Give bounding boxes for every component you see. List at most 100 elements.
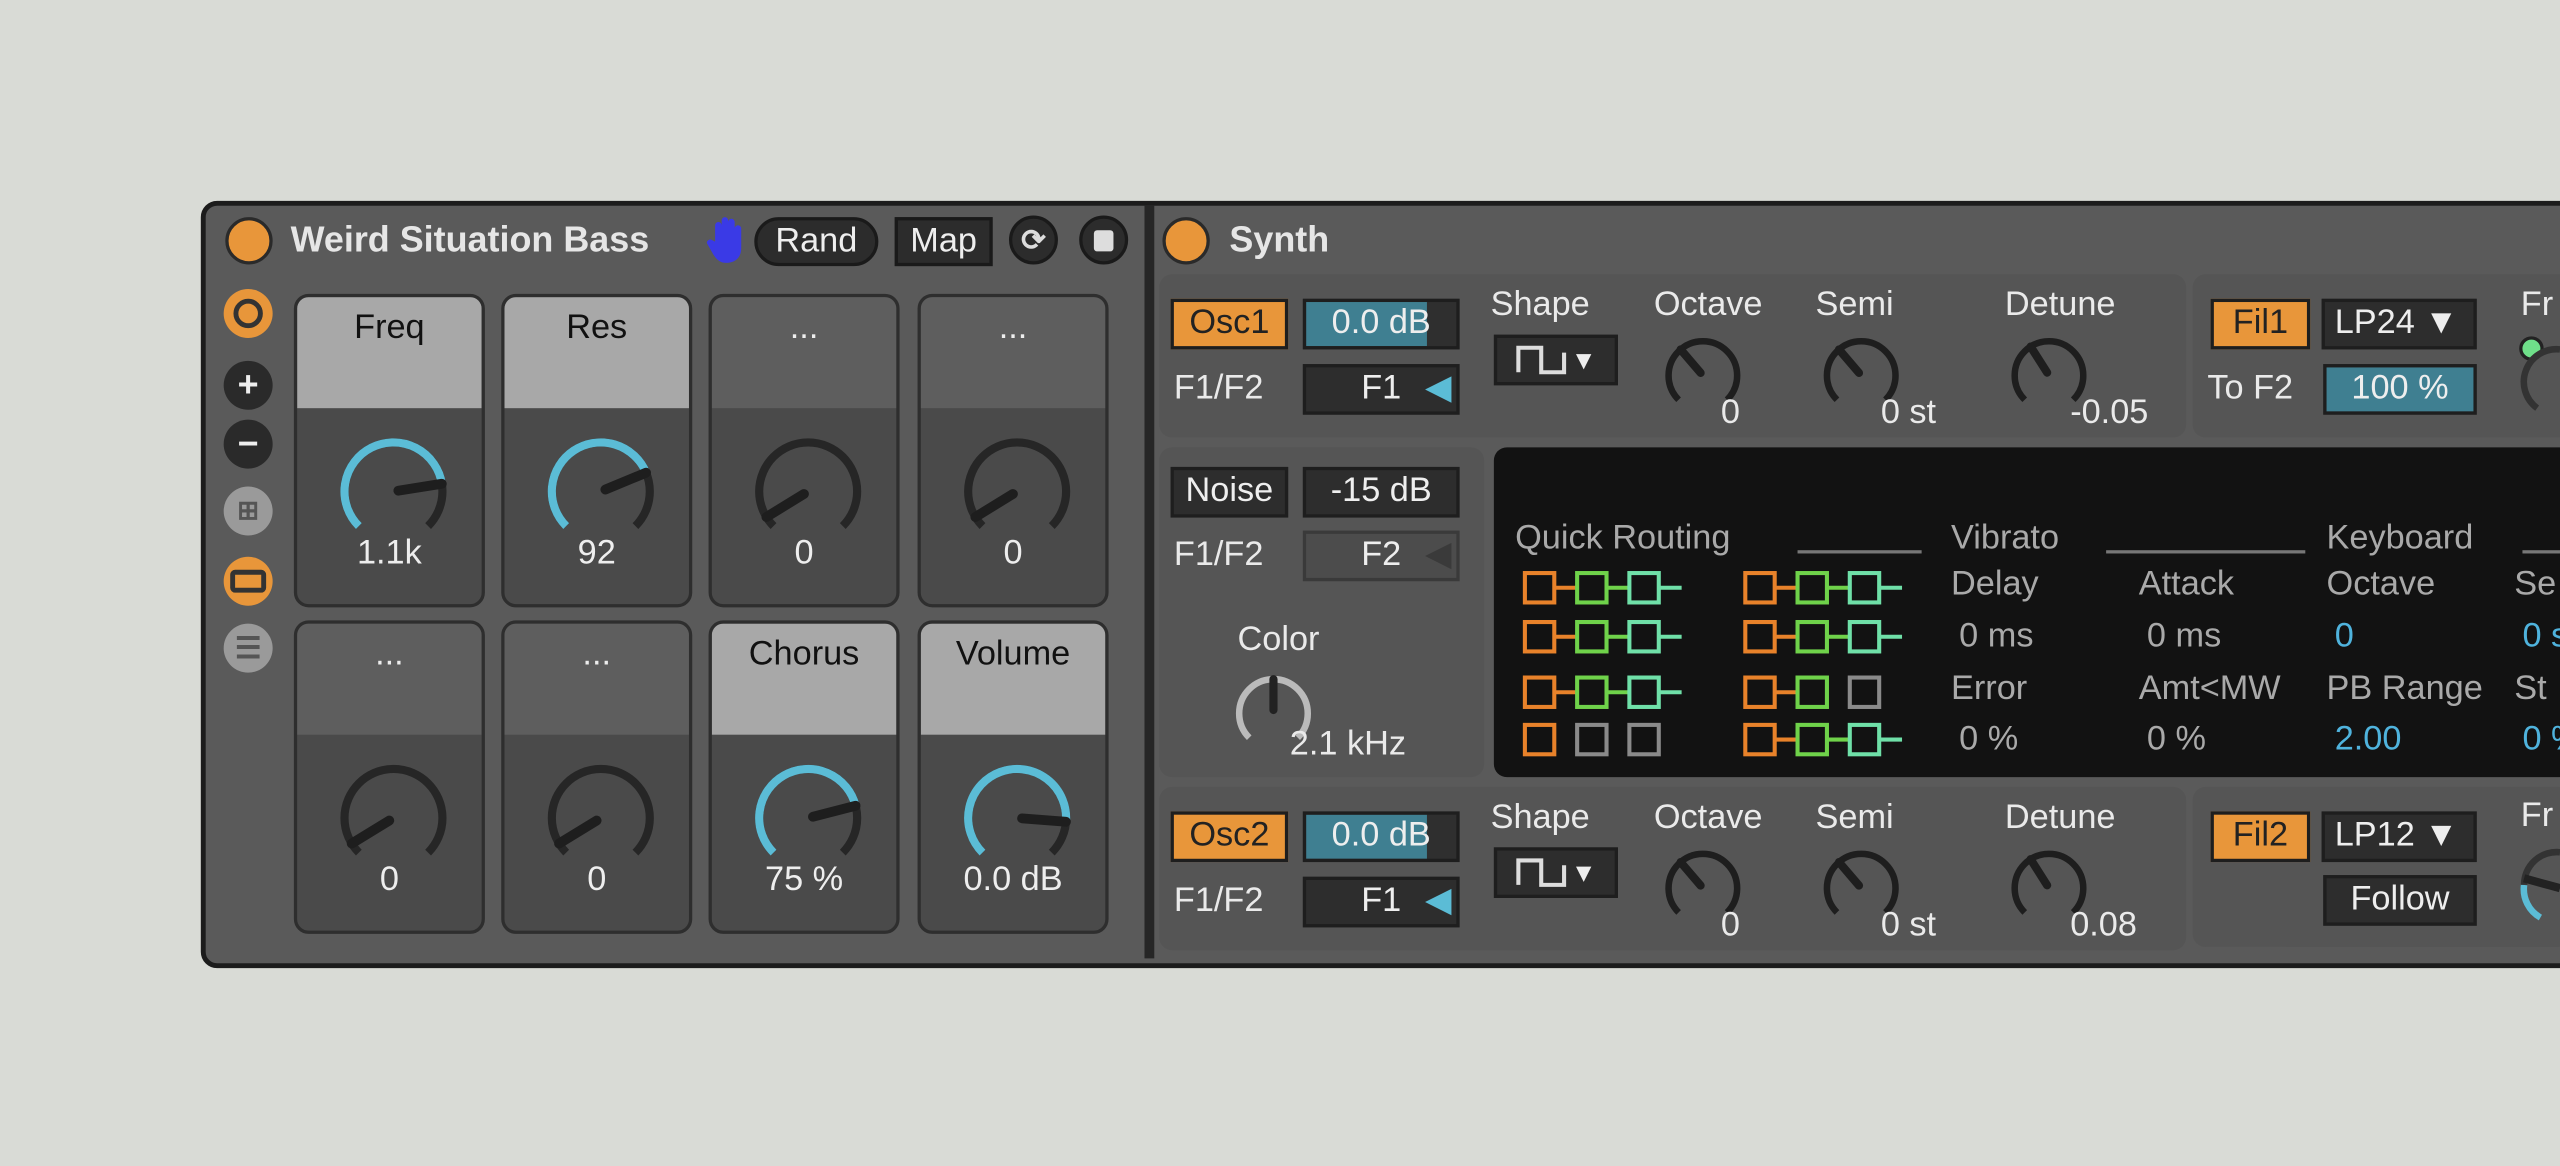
macro-knob[interactable] (751, 761, 865, 875)
device-divider (1144, 205, 1155, 959)
add-macro-icon[interactable]: + (223, 360, 273, 410)
macro-knob[interactable] (336, 434, 450, 548)
osc1-toggle[interactable]: Osc1 (1170, 298, 1289, 350)
error-label: Error (1951, 669, 2028, 707)
macro-6[interactable]: ... 0 (501, 620, 693, 934)
osc2-shape-label: Shape (1490, 798, 1590, 836)
kb-semi-label: Se (2514, 564, 2557, 603)
routing-block (1743, 675, 1777, 709)
macro-knob[interactable] (544, 761, 658, 875)
macro-variations-icon[interactable] (223, 288, 273, 338)
amt-mw-value[interactable]: 0 % (2147, 720, 2206, 759)
amt-mw-label: Amt<MW (2138, 669, 2281, 707)
hand-icon[interactable] (705, 216, 747, 273)
osc1-shape-label: Shape (1490, 285, 1590, 324)
error-value[interactable]: 0 % (1959, 720, 2018, 759)
osc2-shape-dropdown[interactable]: ▼ (1493, 847, 1618, 898)
fil2-type-dropdown[interactable]: LP12 ▼ (2321, 811, 2477, 863)
kb-octave-value[interactable]: 0 (2335, 617, 2354, 656)
macro-value: 0 (794, 533, 814, 572)
show-chain-icon[interactable] (223, 556, 273, 606)
macro-value: 75 % (764, 860, 844, 898)
osc2-octave-value: 0 (1720, 906, 1740, 944)
macro-2[interactable]: Res 92 (501, 293, 693, 608)
rand-button[interactable]: Rand (754, 217, 879, 267)
osc1-f1f2-label: F1/F2 (1173, 368, 1264, 407)
noise-toggle[interactable]: Noise (1170, 466, 1289, 518)
macro-knob[interactable] (960, 761, 1074, 875)
macro-name: Volume (920, 623, 1106, 735)
stretch-label: St (2514, 669, 2547, 707)
routing-block (1627, 619, 1661, 654)
routing-block (1795, 619, 1829, 654)
quick-routing-presets[interactable] (1518, 565, 1926, 769)
fil1-type-dropdown[interactable]: LP24 ▼ (2321, 298, 2477, 350)
osc2-level-slider[interactable]: 0.0 dB (1302, 811, 1460, 863)
routing-block (1847, 722, 1882, 757)
routing-block (1795, 571, 1829, 605)
fil1-freq-knob[interactable] (2518, 336, 2560, 418)
to-f2-label: To F2 (2207, 368, 2294, 407)
fil1-type-value: LP24 (2334, 303, 2415, 342)
noise-level[interactable]: -15 dB (1302, 466, 1460, 518)
osc2-detune-value: 0.08 (2070, 906, 2137, 944)
osc1-f1f2-slider[interactable]: F1 ◀ (1302, 364, 1460, 415)
osc1-level-slider[interactable]: 0.0 dB (1302, 298, 1460, 350)
stretch-value[interactable]: 0 % (2522, 720, 2560, 759)
square-wave-icon (1516, 859, 1567, 888)
macro-name: Res (504, 297, 689, 409)
to-f2-slider[interactable]: 100 % (2323, 364, 2477, 415)
macro-name: ... (504, 623, 689, 735)
routing-block (1575, 571, 1609, 605)
macro-7[interactable]: Chorus 75 % (708, 620, 900, 934)
osc1-octave-value: 0 (1720, 393, 1740, 432)
macro-3[interactable]: ... 0 (708, 293, 900, 608)
synth-power-button[interactable] (1162, 217, 1210, 265)
macro-value: 1.1k (356, 533, 422, 572)
remove-macro-icon[interactable]: − (223, 419, 273, 469)
macro-value: 92 (577, 533, 616, 572)
keyboard-heading: Keyboard (2326, 519, 2474, 557)
color-value: 2.1 kHz (1289, 724, 1407, 763)
osc1-octave-label: Octave (1653, 285, 1763, 324)
routing-block (1743, 722, 1777, 757)
macro-1[interactable]: Freq 1.1k (293, 293, 485, 608)
macro-knob[interactable] (544, 434, 658, 548)
macro-knob[interactable] (751, 434, 865, 548)
macro-knob[interactable] (336, 761, 450, 875)
attack-value[interactable]: 0 ms (2147, 617, 2221, 656)
osc2-f1f2-slider[interactable]: F1 ◀ (1302, 876, 1460, 928)
osc1-shape-dropdown[interactable]: ▼ (1493, 334, 1618, 386)
fil2-freq-knob[interactable] (2518, 846, 2560, 928)
fil2-type-value: LP12 (2334, 816, 2415, 854)
save-icon[interactable] (1079, 215, 1129, 265)
refresh-icon[interactable]: ⟳ (1008, 215, 1058, 265)
kb-semi-value[interactable]: 0 s (2522, 617, 2560, 656)
fil2-freq-label: Fr (2520, 796, 2554, 835)
macro-4[interactable]: ... 0 (917, 293, 1109, 608)
follow-button[interactable]: Follow (2323, 875, 2477, 926)
macro-name: Chorus (711, 623, 897, 735)
macro-8[interactable]: Volume 0.0 dB (917, 620, 1109, 934)
macro-5[interactable]: ... 0 (293, 620, 485, 934)
attack-label: Attack (2138, 564, 2235, 603)
synth-title: Synth (1229, 218, 1330, 260)
routing-block (1575, 675, 1609, 709)
fil1-toggle[interactable]: Fil1 (2210, 298, 2311, 350)
macro-knob[interactable] (960, 434, 1074, 548)
osc1-detune-label: Detune (2004, 285, 2116, 324)
rack-power-button[interactable] (225, 217, 273, 265)
noise-f1f2-slider[interactable]: F2 ◀ (1302, 530, 1460, 582)
map-button[interactable]: Map (894, 217, 993, 267)
pb-range-value[interactable]: 2.00 (2335, 720, 2402, 759)
osc1-semi-label: Semi (1815, 285, 1894, 324)
delay-value[interactable]: 0 ms (1959, 617, 2033, 656)
routing-block (1522, 619, 1557, 654)
fil2-toggle[interactable]: Fil2 (2210, 811, 2311, 863)
routing-block (1743, 571, 1777, 605)
randomize-snapshot-icon[interactable]: ⊞ (223, 486, 273, 536)
osc2-toggle[interactable]: Osc2 (1170, 811, 1289, 863)
routing-block (1795, 722, 1829, 757)
routing-block (1847, 675, 1882, 709)
chain-list-icon[interactable]: ☰ (223, 623, 273, 673)
